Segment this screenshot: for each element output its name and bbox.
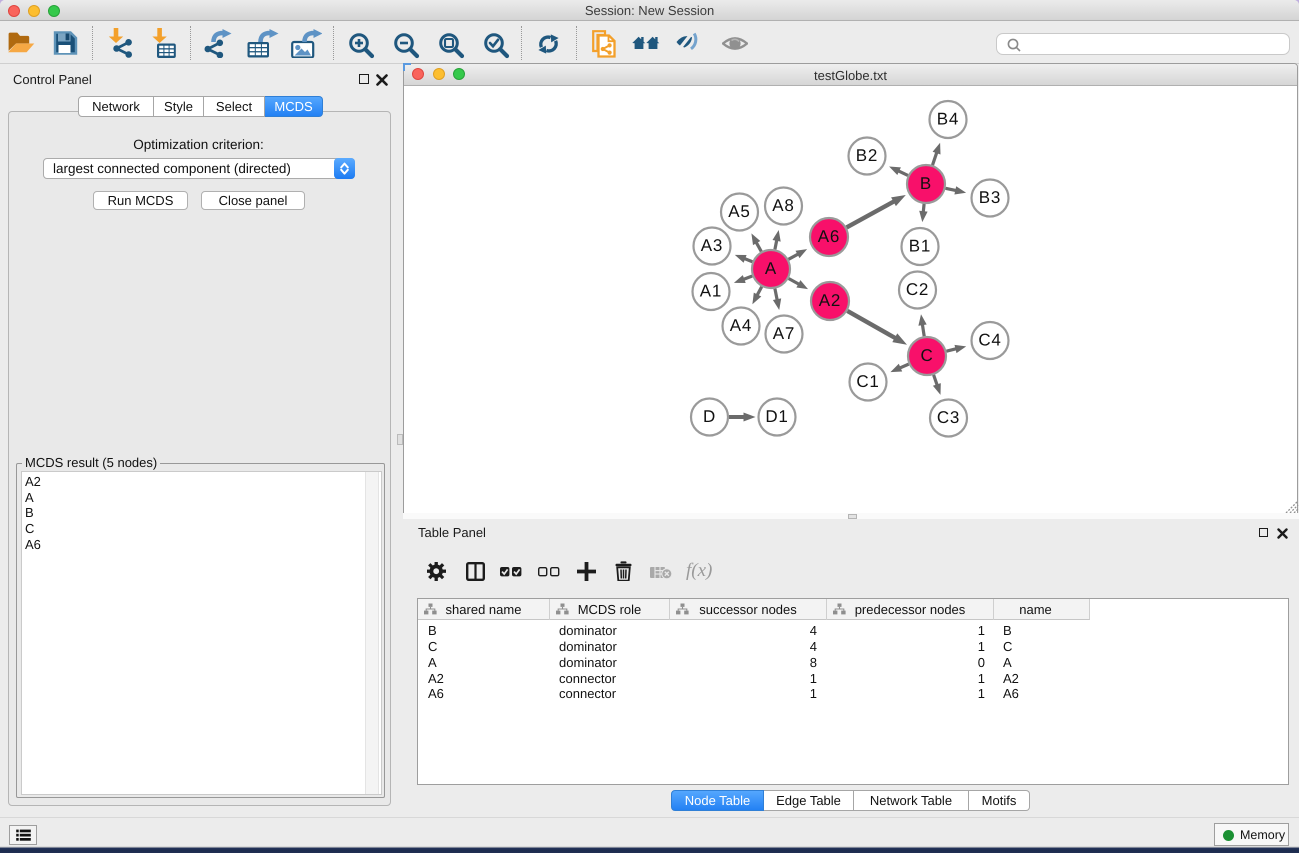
svg-text:A5: A5 — [728, 202, 750, 221]
svg-text:B3: B3 — [979, 188, 1001, 207]
svg-text:B: B — [920, 174, 932, 193]
svg-text:C3: C3 — [937, 408, 960, 427]
svg-text:D1: D1 — [765, 407, 788, 426]
svg-text:A4: A4 — [730, 316, 752, 335]
svg-text:C2: C2 — [906, 280, 929, 299]
svg-text:A7: A7 — [773, 324, 795, 343]
svg-text:B2: B2 — [856, 146, 878, 165]
svg-text:B4: B4 — [937, 110, 959, 129]
svg-text:A: A — [765, 259, 777, 278]
svg-text:D: D — [703, 407, 716, 426]
svg-text:A1: A1 — [700, 282, 722, 301]
svg-text:A8: A8 — [772, 196, 794, 215]
svg-text:A6: A6 — [818, 227, 840, 246]
svg-text:C4: C4 — [978, 331, 1001, 350]
svg-text:C: C — [920, 346, 933, 365]
svg-text:A2: A2 — [819, 291, 841, 310]
svg-text:B1: B1 — [909, 237, 931, 256]
svg-text:C1: C1 — [856, 372, 879, 391]
svg-text:A3: A3 — [701, 236, 723, 255]
